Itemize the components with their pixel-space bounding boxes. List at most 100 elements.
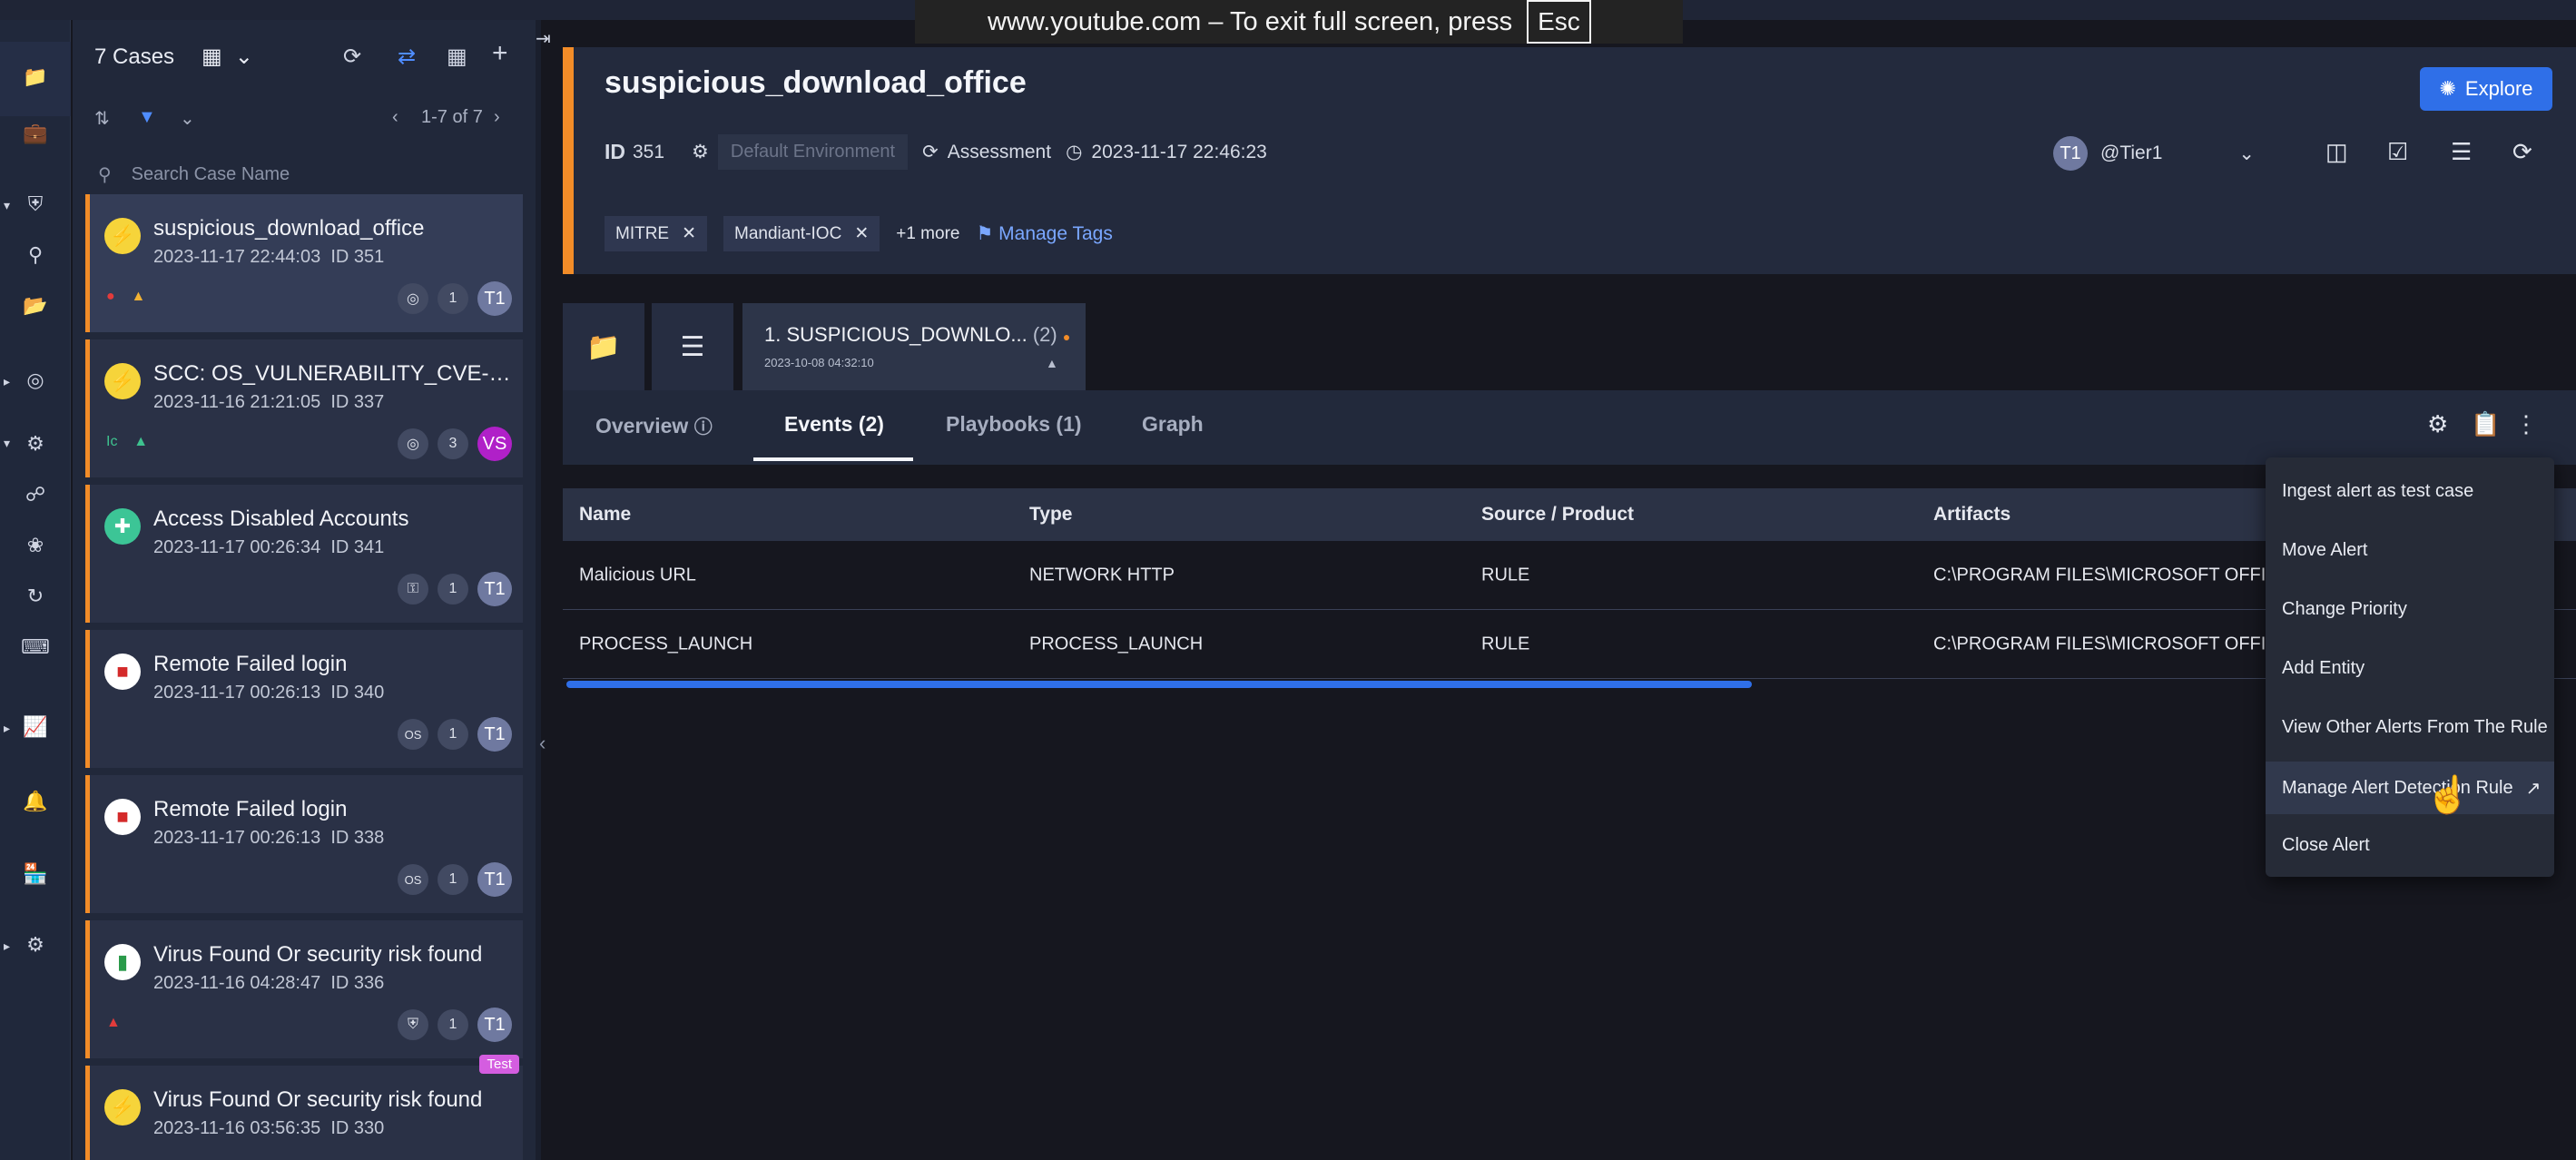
- case-badges: OS 1 T1: [398, 717, 512, 752]
- menu-item-ingest-test-case[interactable]: Ingest alert as test case: [2266, 465, 2554, 517]
- os-badge: OS: [398, 719, 428, 750]
- menu-item-move-alert[interactable]: Move Alert: [2266, 524, 2554, 576]
- search-nav-icon[interactable]: ⚲: [18, 238, 53, 272]
- chevron-left-icon[interactable]: ‹: [539, 732, 546, 755]
- radar-nav-icon[interactable]: ◎: [18, 363, 53, 398]
- environment-selector[interactable]: ⚙ Default Environment: [692, 134, 909, 170]
- chevron-down-icon[interactable]: ⌄: [235, 44, 253, 70]
- expand-caret-icon[interactable]: ▸: [4, 939, 10, 954]
- puzzle-nav-icon[interactable]: ❀: [18, 528, 53, 563]
- case-card[interactable]: ■ Remote Failed login 2023-11-17 00:26:1…: [85, 775, 523, 913]
- status-dot-icon: ●: [1062, 329, 1071, 344]
- prev-page-icon[interactable]: ‹: [392, 107, 398, 128]
- case-card[interactable]: ▮ Virus Found Or security risk found 202…: [85, 920, 523, 1058]
- priority-dot-icon: ●: [106, 289, 115, 304]
- clipboard-icon[interactable]: 📋: [2471, 410, 2500, 438]
- gear-icon[interactable]: ⚙: [2427, 410, 2448, 438]
- tag-chip[interactable]: Mandiant-IOC ✕: [723, 216, 880, 251]
- column-header[interactable]: Type: [1029, 504, 1072, 526]
- folder-search-nav-icon[interactable]: 📂: [18, 289, 53, 323]
- filter-icon[interactable]: ▼: [138, 107, 156, 128]
- expand-caret-icon[interactable]: ▾: [4, 198, 10, 213]
- case-title: suspicious_download_office: [605, 65, 1027, 100]
- case-title: Virus Found Or security risk found: [153, 1087, 483, 1112]
- merge-icon[interactable]: ▦: [447, 44, 467, 70]
- menu-item-change-priority[interactable]: Change Priority: [2266, 583, 2554, 635]
- refresh-icon[interactable]: ⟳: [343, 44, 361, 70]
- case-card[interactable]: ■ Remote Failed login 2023-11-17 00:26:1…: [85, 630, 523, 768]
- case-card[interactable]: ⚡ suspicious_download_office 2023-11-17 …: [85, 194, 523, 332]
- reports-nav-icon[interactable]: 📈: [18, 710, 53, 744]
- expand-caret-icon[interactable]: ▸: [4, 374, 10, 389]
- column-header[interactable]: Artifacts: [1933, 504, 2011, 526]
- alert-tab[interactable]: 1. SUSPICIOUS_DOWNLO... (2) ● 2023-10-08…: [742, 303, 1086, 390]
- more-vert-icon[interactable]: ⋮: [2514, 410, 2538, 438]
- tab-events[interactable]: Events (2): [784, 412, 884, 437]
- tag-chip[interactable]: MITRE ✕: [605, 216, 708, 251]
- alert-bell-nav-icon[interactable]: 🔔: [18, 784, 53, 819]
- more-tags[interactable]: +1 more: [896, 224, 959, 244]
- menu-item-close-alert[interactable]: Close Alert: [2266, 819, 2554, 871]
- alert-count: 1: [438, 1009, 468, 1040]
- alert-count: 1: [438, 283, 468, 314]
- case-stage[interactable]: Assessment: [948, 142, 1051, 163]
- menu-item-add-entity[interactable]: Add Entity: [2266, 642, 2554, 694]
- alert-subtabs: Overview ⓘ Events (2) Playbooks (1) Grap…: [563, 390, 2576, 465]
- search-input[interactable]: Search Case Name: [132, 164, 290, 185]
- workflow-nav-icon[interactable]: ☍: [18, 477, 53, 512]
- expand-caret-icon[interactable]: ▾: [4, 436, 10, 451]
- next-page-icon[interactable]: ›: [494, 107, 500, 128]
- case-overview-button[interactable]: 📁: [563, 303, 644, 390]
- chat-icon[interactable]: ◫: [2325, 138, 2348, 166]
- collapse-panel-icon[interactable]: ⇥: [536, 27, 551, 50]
- alerts-list-button[interactable]: ☰: [652, 303, 733, 390]
- column-header[interactable]: Name: [579, 504, 631, 526]
- column-header[interactable]: Source / Product: [1481, 504, 1634, 526]
- view-toggle-icon[interactable]: ▦: [202, 44, 222, 70]
- table-scrollbar[interactable]: [566, 681, 1752, 688]
- tab-overview-label: Overview: [595, 414, 689, 437]
- shield-nav-icon[interactable]: ⛨: [18, 187, 53, 221]
- alert-count: 1: [438, 864, 468, 895]
- admin-settings-nav-icon[interactable]: ⚙: [18, 928, 53, 962]
- close-icon[interactable]: ✕: [682, 223, 696, 244]
- explore-button[interactable]: ✺ Explore: [2420, 67, 2552, 111]
- settings-nav-icon[interactable]: ⚙: [18, 427, 53, 461]
- menu-item-label: Manage Alert Detection Rule: [2282, 777, 2513, 798]
- manage-tags-link[interactable]: ⚑ Manage Tags: [976, 222, 1112, 245]
- case-date: 2023-11-17 22:44:03: [153, 247, 321, 267]
- chevron-down-icon[interactable]: ⌄: [2238, 143, 2255, 165]
- history-nav-icon[interactable]: ↻: [18, 579, 53, 614]
- panel-resize-handle[interactable]: [536, 20, 541, 1160]
- cases-nav-icon[interactable]: 📁: [18, 60, 53, 94]
- tab-graph[interactable]: Graph: [1142, 412, 1204, 437]
- close-icon[interactable]: ✕: [854, 223, 869, 244]
- code-nav-icon[interactable]: ⌨: [18, 630, 53, 664]
- marketplace-nav-icon[interactable]: 🏪: [18, 857, 53, 891]
- tab-playbooks[interactable]: Playbooks (1): [946, 412, 1082, 437]
- case-meta: 2023-11-16 03:56:35 ID 330: [153, 1118, 384, 1139]
- clock-icon: ◷: [1066, 142, 1083, 162]
- tab-overview[interactable]: Overview ⓘ: [595, 412, 713, 438]
- swap-icon[interactable]: ⇄: [398, 44, 416, 70]
- workdesk-nav-icon[interactable]: 💼: [18, 116, 53, 151]
- menu-item-manage-detection-rule[interactable]: Manage Alert Detection Rule ↗: [2266, 762, 2554, 814]
- case-card[interactable]: Test ⚡ Virus Found Or security risk foun…: [85, 1055, 523, 1160]
- folder-icon: 📁: [586, 331, 621, 362]
- case-card[interactable]: ✚ Access Disabled Accounts 2023-11-17 00…: [85, 485, 523, 623]
- case-date: 2023-11-17 00:26:13: [153, 828, 321, 848]
- task-icon[interactable]: ☑: [2387, 138, 2408, 166]
- environment-value[interactable]: Default Environment: [717, 134, 909, 170]
- case-date: 2023-11-17 00:26:13: [153, 683, 321, 703]
- refresh-icon[interactable]: ⟳: [2512, 138, 2532, 166]
- expand-caret-icon[interactable]: ▸: [4, 721, 10, 736]
- add-case-icon[interactable]: +: [492, 38, 508, 69]
- alert-count: (2): [1032, 323, 1057, 346]
- list-icon[interactable]: ☰: [2451, 138, 2472, 166]
- chevron-down-icon[interactable]: ⌄: [180, 107, 195, 130]
- case-card[interactable]: ⚡ SCC: OS_VULNERABILITY_CVE-2023-... 202…: [85, 339, 523, 477]
- tag-label: MITRE: [615, 223, 670, 243]
- sort-icon[interactable]: ⇅: [94, 107, 110, 130]
- assignee-selector[interactable]: T1 @Tier1 ⌄: [2053, 136, 2255, 171]
- menu-item-view-other-alerts[interactable]: View Other Alerts From The Rule: [2266, 701, 2554, 753]
